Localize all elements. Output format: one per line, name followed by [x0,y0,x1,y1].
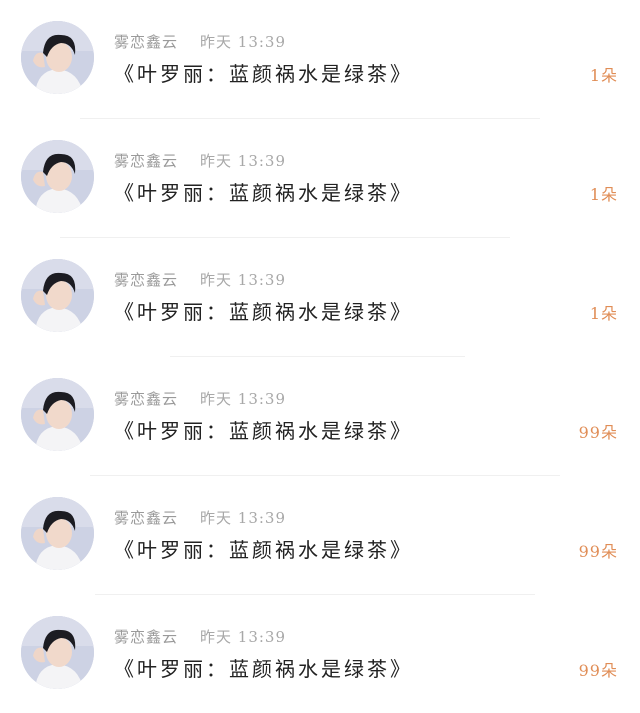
gift-count: 1朵 [589,304,618,323]
username[interactable]: 雾恋鑫云 [114,388,178,409]
comment-text: 《叶罗丽：蓝颜祸水是绿茶》 [114,538,413,562]
avatar[interactable] [21,21,94,94]
gift-count: 99朵 [578,661,618,680]
timestamp: 昨天 13:39 [200,151,287,170]
username[interactable]: 雾恋鑫云 [114,269,178,290]
comment-text: 《叶罗丽：蓝颜祸水是绿茶》 [114,419,413,443]
avatar-portrait-icon [21,21,94,94]
comment-row[interactable]: 雾恋鑫云 昨天 13:39 《叶罗丽：蓝颜祸水是绿茶》 1朵 [0,0,640,119]
avatar[interactable] [21,259,94,332]
comment-row[interactable]: 雾恋鑫云 昨天 13:39 《叶罗丽：蓝颜祸水是绿茶》 99朵 [0,595,640,713]
comment-text: 《叶罗丽：蓝颜祸水是绿茶》 [114,657,413,681]
comment-meta: 雾恋鑫云 昨天 13:39 [114,268,286,290]
comment-text: 《叶罗丽：蓝颜祸水是绿茶》 [114,181,413,205]
avatar[interactable] [21,616,94,689]
comment-meta: 雾恋鑫云 昨天 13:39 [114,387,286,409]
comment-text: 《叶罗丽：蓝颜祸水是绿茶》 [114,300,413,324]
timestamp: 昨天 13:39 [200,32,287,51]
comment-list: 雾恋鑫云 昨天 13:39 《叶罗丽：蓝颜祸水是绿茶》 1朵 雾恋鑫云 昨天 1… [0,0,640,713]
avatar[interactable] [21,140,94,213]
avatar-portrait-icon [21,259,94,332]
username[interactable]: 雾恋鑫云 [114,150,178,171]
avatar-portrait-icon [21,140,94,213]
comment-row[interactable]: 雾恋鑫云 昨天 13:39 《叶罗丽：蓝颜祸水是绿茶》 99朵 [0,357,640,476]
timestamp: 昨天 13:39 [200,627,287,646]
avatar[interactable] [21,378,94,451]
comment-meta: 雾恋鑫云 昨天 13:39 [114,30,286,52]
comment-row[interactable]: 雾恋鑫云 昨天 13:39 《叶罗丽：蓝颜祸水是绿茶》 1朵 [0,119,640,238]
timestamp: 昨天 13:39 [200,389,287,408]
timestamp: 昨天 13:39 [200,270,287,289]
comment-text: 《叶罗丽：蓝颜祸水是绿茶》 [114,62,413,86]
avatar-portrait-icon [21,616,94,689]
username[interactable]: 雾恋鑫云 [114,507,178,528]
comment-meta: 雾恋鑫云 昨天 13:39 [114,149,286,171]
gift-count: 99朵 [578,542,618,561]
gift-count: 1朵 [589,185,618,204]
timestamp: 昨天 13:39 [200,508,287,527]
avatar-portrait-icon [21,378,94,451]
username[interactable]: 雾恋鑫云 [114,626,178,647]
comment-row[interactable]: 雾恋鑫云 昨天 13:39 《叶罗丽：蓝颜祸水是绿茶》 1朵 [0,238,640,357]
gift-count: 99朵 [578,423,618,442]
comment-meta: 雾恋鑫云 昨天 13:39 [114,625,286,647]
gift-count: 1朵 [589,66,618,85]
username[interactable]: 雾恋鑫云 [114,31,178,52]
avatar[interactable] [21,497,94,570]
comment-row[interactable]: 雾恋鑫云 昨天 13:39 《叶罗丽：蓝颜祸水是绿茶》 99朵 [0,476,640,595]
avatar-portrait-icon [21,497,94,570]
comment-meta: 雾恋鑫云 昨天 13:39 [114,506,286,528]
